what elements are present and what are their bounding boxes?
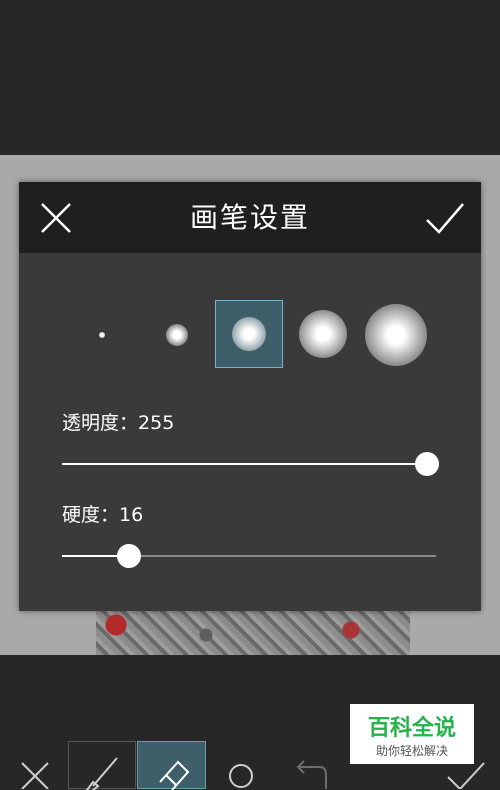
opacity-slider-thumb[interactable] — [415, 452, 439, 476]
hardness-label-text: 硬度： — [62, 504, 120, 526]
brush-icon — [85, 757, 118, 790]
toolbar-eraser-button[interactable] — [137, 741, 206, 790]
watermark-subtitle: 助你轻松解决 — [375, 744, 448, 758]
close-icon — [41, 203, 71, 233]
opacity-label: 透明度：255 — [62, 408, 174, 435]
brush-size-tiny[interactable] — [87, 320, 117, 350]
photo-image — [96, 605, 410, 655]
toolbar-brush-button[interactable] — [68, 741, 136, 790]
opacity-value: 255 — [138, 412, 175, 434]
brush-size-small[interactable] — [159, 320, 195, 350]
opacity-slider-track[interactable] — [62, 463, 427, 465]
close-button[interactable] — [36, 198, 76, 238]
brush-size-xlarge[interactable] — [365, 304, 427, 366]
toolbar-close-button[interactable] — [18, 741, 54, 789]
opacity-label-text: 透明度： — [62, 412, 139, 434]
dialog-title: 画笔设置 — [189, 201, 310, 234]
brush-dot-xlarge — [365, 304, 427, 366]
undo-icon — [296, 760, 327, 789]
watermark: 百科全说 助你轻松解决 — [350, 704, 474, 764]
brush-dot-tiny — [99, 332, 105, 338]
check-icon — [426, 203, 464, 234]
top-area — [0, 0, 500, 155]
brush-settings-dialog: 画笔设置 透明度：255 硬度：16 — [19, 182, 481, 611]
toolbar-undo-button[interactable] — [290, 741, 330, 789]
brush-size-large[interactable] — [299, 310, 347, 358]
brush-dot-large — [299, 310, 347, 358]
confirm-button[interactable] — [423, 198, 464, 238]
circle-icon — [229, 764, 253, 788]
toolbar-shape-button[interactable] — [226, 741, 256, 789]
hardness-slider-track[interactable] — [130, 555, 436, 557]
brush-size-medium[interactable] — [215, 300, 283, 368]
hardness-value: 16 — [119, 504, 144, 526]
hardness-label: 硬度：16 — [62, 500, 143, 527]
close-icon — [21, 762, 49, 789]
brush-dot-small — [166, 324, 188, 346]
hardness-slider-thumb[interactable] — [117, 544, 141, 568]
watermark-title: 百科全说 — [367, 716, 456, 741]
eraser-icon — [159, 760, 190, 790]
brush-dot-medium — [232, 317, 266, 351]
